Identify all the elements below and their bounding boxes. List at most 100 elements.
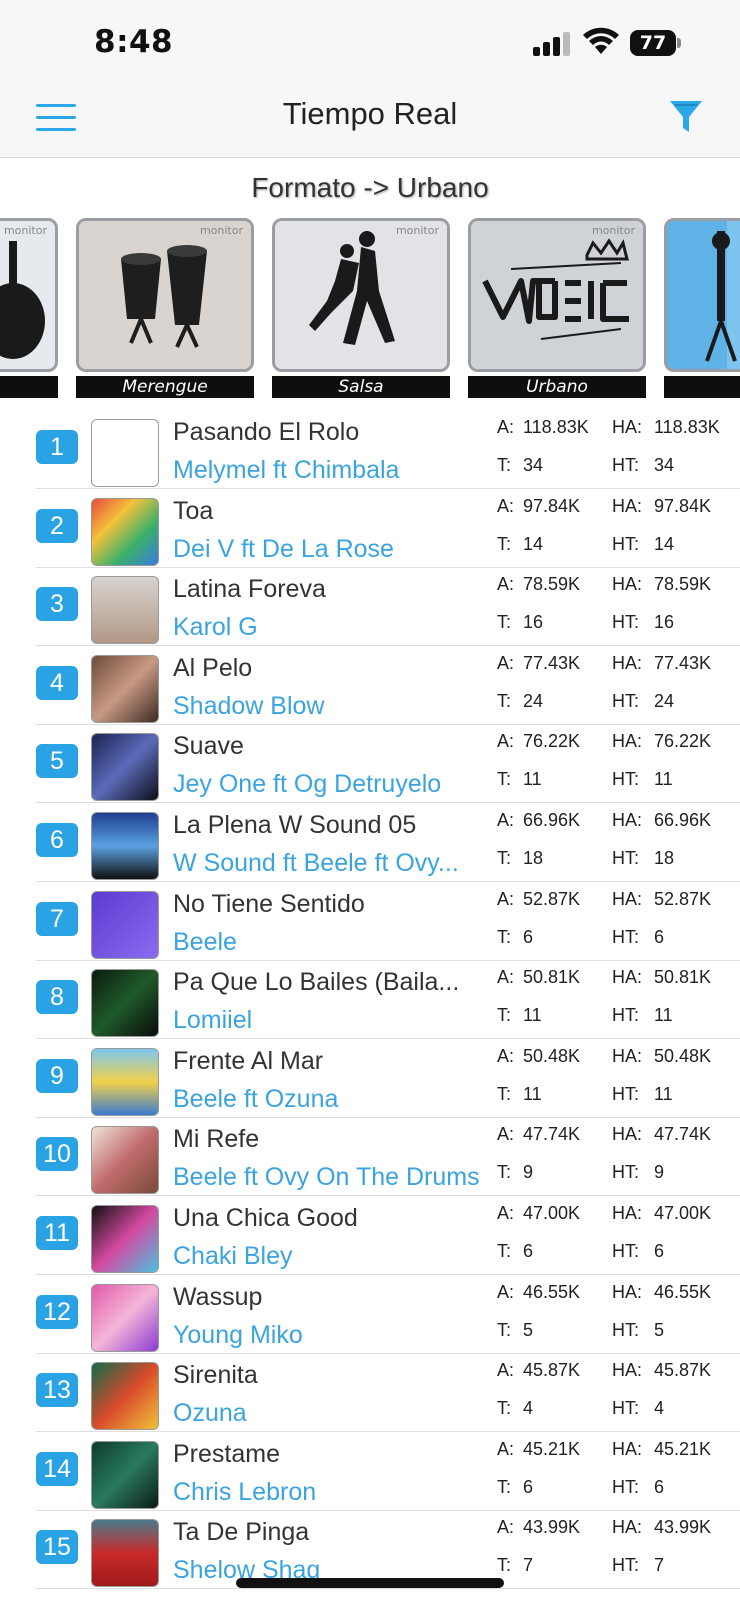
stat-a-value: 118.83K bbox=[523, 417, 589, 437]
song-artist[interactable]: Beele ft Ovy On The Drums bbox=[173, 1163, 483, 1192]
stat-t: T: 11 bbox=[497, 1005, 542, 1026]
stat-a-label: A: bbox=[497, 496, 515, 516]
genre-label: Salsa bbox=[272, 376, 450, 398]
stat-a-label: A: bbox=[497, 1124, 515, 1144]
genre-card-urbano[interactable]: monitor Urbano bbox=[468, 218, 646, 398]
song-artist[interactable]: Lomiiel bbox=[173, 1006, 483, 1035]
genre-card-merengue[interactable]: monitor Merengue bbox=[76, 218, 254, 398]
stat-ht-value: 11 bbox=[654, 1084, 673, 1104]
home-indicator[interactable] bbox=[236, 1578, 504, 1588]
stat-a: A: 47.00K bbox=[497, 1203, 580, 1224]
stat-a-label: A: bbox=[497, 810, 515, 830]
song-artist[interactable]: Ozuna bbox=[173, 1399, 483, 1428]
album-cover bbox=[91, 1519, 159, 1587]
song-row[interactable]: 3 Latina Foreva Karol G A: 78.59K T: 16 HA… bbox=[0, 567, 740, 646]
rank-badge: 11 bbox=[36, 1216, 78, 1250]
stat-ha-value: 66.96K bbox=[654, 810, 712, 830]
stat-ht-label: HT: bbox=[612, 927, 639, 947]
song-artist[interactable]: Dei V ft De La Rose bbox=[173, 535, 483, 564]
stat-a: A: 97.84K bbox=[497, 496, 580, 517]
album-cover bbox=[91, 419, 159, 487]
song-artist[interactable]: Beele ft Ozuna bbox=[173, 1085, 483, 1114]
microphone-icon bbox=[667, 221, 737, 369]
genre-card-pop[interactable]: Po bbox=[664, 218, 740, 398]
stat-ht: HT: 34 bbox=[612, 455, 674, 476]
song-row[interactable]: 12 Wassup Young Miko A: 46.55K T: 5 HA: 46.… bbox=[0, 1275, 740, 1354]
song-row[interactable]: 11 Una Chica Good Chaki Bley A: 47.00K T:… bbox=[0, 1196, 740, 1275]
genre-label: Merengue bbox=[76, 376, 254, 398]
stat-ht-value: 11 bbox=[654, 1005, 673, 1025]
song-row[interactable]: 10 Mi Refe Beele ft Ovy On The Drums A: 4… bbox=[0, 1117, 740, 1196]
song-artist[interactable]: Jey One ft Og Detruyelo bbox=[173, 770, 483, 799]
song-artist[interactable]: Chaki Bley bbox=[173, 1242, 483, 1271]
filter-icon[interactable] bbox=[668, 98, 704, 136]
stat-ha-value: 97.84K bbox=[654, 496, 712, 516]
row-divider bbox=[36, 1588, 740, 1589]
song-artist[interactable]: Melymel ft Chimbala bbox=[173, 456, 483, 485]
song-artist[interactable]: Karol G bbox=[173, 613, 483, 642]
stat-t-label: T: bbox=[497, 848, 512, 868]
album-cover bbox=[91, 498, 159, 566]
stat-t-label: T: bbox=[497, 1005, 512, 1025]
stat-ht-value: 5 bbox=[654, 1320, 665, 1340]
album-cover bbox=[91, 1362, 159, 1430]
stat-ht-value: 9 bbox=[654, 1162, 665, 1182]
stat-t-label: T: bbox=[497, 1477, 512, 1497]
stat-t-value: 11 bbox=[523, 1084, 542, 1104]
genre-carousel[interactable]: monitor monitor Merengue monitor Salsa m… bbox=[0, 218, 740, 398]
stat-ha-label: HA: bbox=[612, 1517, 643, 1537]
song-row[interactable]: 2 Toa Dei V ft De La Rose A: 97.84K T: 14 … bbox=[0, 489, 740, 568]
album-cover bbox=[91, 1205, 159, 1273]
song-title: Ta De Pinga bbox=[173, 1518, 310, 1546]
song-row[interactable]: 7 No Tiene Sentido Beele A: 52.87K T: 6 HA… bbox=[0, 882, 740, 961]
stat-a: A: 43.99K bbox=[497, 1517, 580, 1538]
stat-ha: HA: 45.87K bbox=[612, 1360, 711, 1381]
stat-ht-label: HT: bbox=[612, 1320, 639, 1340]
song-artist[interactable]: Young Miko bbox=[173, 1321, 483, 1350]
song-row[interactable]: 13 Sirenita Ozuna A: 45.87K T: 4 HA: 45.87K… bbox=[0, 1353, 740, 1432]
song-row[interactable]: 9 Frente Al Mar Beele ft Ozuna A: 50.48K … bbox=[0, 1039, 740, 1118]
stat-ht-label: HT: bbox=[612, 691, 639, 711]
stat-ha-label: HA: bbox=[612, 417, 643, 437]
wifi-icon bbox=[583, 27, 619, 54]
stat-a: A: 76.22K bbox=[497, 731, 580, 752]
stat-a: A: 78.59K bbox=[497, 574, 580, 595]
stat-a-value: 45.21K bbox=[523, 1439, 581, 1459]
rank-badge: 12 bbox=[36, 1295, 78, 1329]
song-title: Latina Foreva bbox=[173, 575, 326, 603]
song-artist[interactable]: Beele bbox=[173, 928, 483, 957]
stat-ha-label: HA: bbox=[612, 810, 643, 830]
stat-t-value: 11 bbox=[523, 769, 542, 789]
song-artist[interactable]: Chris Lebron bbox=[173, 1478, 483, 1507]
stat-ha: HA: 47.74K bbox=[612, 1124, 711, 1145]
stat-ha-value: 52.87K bbox=[654, 889, 712, 909]
song-row[interactable]: 6 La Plena W Sound 05 W Sound ft Beele f… bbox=[0, 803, 740, 882]
stat-a-value: 43.99K bbox=[523, 1517, 581, 1537]
stat-a-value: 50.81K bbox=[523, 967, 581, 987]
song-title: La Plena W Sound 05 bbox=[173, 811, 417, 839]
stat-t: T: 18 bbox=[497, 848, 543, 869]
stat-ha-label: HA: bbox=[612, 1360, 643, 1380]
song-artist[interactable]: W Sound ft Beele ft Ovy... bbox=[173, 849, 483, 878]
music-graffiti-icon bbox=[471, 221, 643, 369]
stat-t-label: T: bbox=[497, 1084, 512, 1104]
song-artist[interactable]: Shadow Blow bbox=[173, 692, 483, 721]
rank-badge: 6 bbox=[36, 823, 78, 857]
song-row[interactable]: 14 Prestame Chris Lebron A: 45.21K T: 6 HA… bbox=[0, 1432, 740, 1511]
genre-card-guitar[interactable]: monitor bbox=[0, 218, 58, 398]
stat-a: A: 45.87K bbox=[497, 1360, 580, 1381]
rank-badge: 5 bbox=[36, 744, 78, 778]
song-row[interactable]: 5 Suave Jey One ft Og Detruyelo A: 76.22K… bbox=[0, 724, 740, 803]
song-row[interactable]: 4 Al Pelo Shadow Blow A: 77.43K T: 24 HA: 7… bbox=[0, 646, 740, 725]
stat-t-label: T: bbox=[497, 769, 512, 789]
song-row[interactable]: 8 Pa Que Lo Bailes (Baila... Lomiiel A: 5… bbox=[0, 960, 740, 1039]
song-title: Una Chica Good bbox=[173, 1204, 358, 1232]
genre-card-salsa[interactable]: monitor Salsa bbox=[272, 218, 450, 398]
genre-art bbox=[664, 218, 740, 372]
stat-ht-value: 6 bbox=[654, 1477, 665, 1497]
stat-t-label: T: bbox=[497, 534, 512, 554]
rank-badge: 3 bbox=[36, 587, 78, 621]
song-row[interactable]: 1 Pasando El Rolo Melymel ft Chimbala A:… bbox=[0, 410, 740, 489]
stat-ht: HT: 11 bbox=[612, 769, 673, 790]
stat-ha-label: HA: bbox=[612, 1439, 643, 1459]
